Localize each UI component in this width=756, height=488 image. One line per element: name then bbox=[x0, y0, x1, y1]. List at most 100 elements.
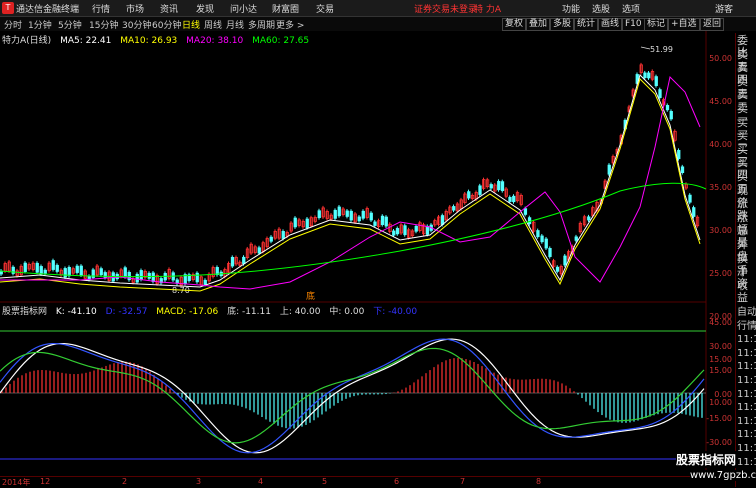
date-label: 6 bbox=[394, 477, 400, 486]
price-tick: 45.00 bbox=[709, 97, 732, 106]
candle bbox=[281, 231, 285, 239]
candle bbox=[536, 230, 540, 238]
tick-time: 11:1 bbox=[737, 429, 756, 441]
candle bbox=[230, 256, 235, 267]
date-label: 2 bbox=[122, 477, 128, 486]
menu-wenxiaoda[interactable]: 问小达 bbox=[230, 2, 257, 15]
menu-youke[interactable]: 游客 bbox=[715, 2, 733, 15]
login-warning[interactable]: 证券交易未登录 bbox=[414, 2, 477, 15]
tool-fuquan[interactable]: 复权 bbox=[502, 18, 527, 31]
candle bbox=[574, 236, 578, 241]
tab-60min[interactable]: 60分钟 bbox=[152, 18, 181, 31]
quote-field-label: 收益 bbox=[737, 278, 748, 304]
tab-more[interactable]: 更多 > bbox=[276, 18, 304, 31]
tool-zixuan[interactable]: +自选 bbox=[668, 18, 700, 31]
tool-duogu[interactable]: 多股 bbox=[550, 18, 575, 31]
candle bbox=[658, 89, 662, 99]
legend-xia: 下: -40.00 bbox=[373, 307, 418, 317]
candle bbox=[607, 164, 611, 175]
date-label: 5 bbox=[322, 477, 328, 486]
tick-time: 11:1 bbox=[737, 443, 756, 454]
menu-caifuquan[interactable]: 财富圈 bbox=[272, 2, 299, 15]
tab-5min[interactable]: 5分钟 bbox=[58, 18, 82, 31]
candle bbox=[39, 266, 43, 275]
tab-daily[interactable]: 日线 bbox=[182, 18, 200, 31]
candle bbox=[489, 184, 493, 189]
ma-line bbox=[0, 75, 701, 290]
candle bbox=[293, 217, 297, 228]
price-tick: 30.00 bbox=[709, 226, 732, 235]
legend-macd: MACD: -17.06 bbox=[156, 307, 219, 317]
app-logo-icon: T bbox=[2, 2, 14, 14]
candle bbox=[345, 210, 349, 217]
candle bbox=[349, 210, 353, 221]
legend-d: D: -32.57 bbox=[105, 307, 148, 317]
tab-30min[interactable]: 30分钟 bbox=[122, 18, 151, 31]
price-tick: 10.00 bbox=[709, 398, 732, 407]
candle bbox=[317, 210, 321, 219]
candle bbox=[467, 191, 471, 199]
tab-fenshi[interactable]: 分时 bbox=[4, 18, 22, 31]
tab-multi[interactable]: 多周期 bbox=[248, 18, 275, 31]
candle bbox=[135, 273, 139, 283]
menu-jiaoyi[interactable]: 交易 bbox=[316, 2, 334, 15]
tab-monthly[interactable]: 月线 bbox=[226, 18, 244, 31]
candle bbox=[51, 260, 55, 270]
menu-shichang[interactable]: 市场 bbox=[126, 2, 144, 15]
quote-panel: 委比 卖五 卖四 卖三 卖二 卖一 买一 买二 买三 买四 买五 现价 涨跌 涨幅 总量 外盘 换手 净资 收益 自动… bbox=[735, 33, 756, 487]
candle bbox=[677, 149, 681, 160]
tick-time: 11:1 bbox=[737, 375, 756, 386]
tool-biaoji[interactable]: 标记 bbox=[644, 18, 669, 31]
tool-diejia[interactable]: 叠加 bbox=[526, 18, 551, 31]
candle bbox=[555, 266, 560, 272]
candle bbox=[425, 225, 430, 235]
candle bbox=[242, 256, 246, 265]
candle bbox=[392, 230, 396, 236]
candle bbox=[63, 268, 67, 278]
candle bbox=[669, 111, 673, 120]
date-label: 3 bbox=[196, 477, 202, 486]
candle bbox=[55, 264, 59, 272]
menu-zixun[interactable]: 资讯 bbox=[160, 2, 178, 15]
price-tick: 50.00 bbox=[709, 54, 732, 63]
date-label: 7 bbox=[460, 477, 466, 486]
menu-xuanxiang[interactable]: 选项 bbox=[622, 2, 640, 15]
candle bbox=[647, 72, 651, 79]
candle bbox=[203, 279, 207, 285]
indicator-tick: 0.00 bbox=[714, 390, 732, 399]
tool-huaxian[interactable]: 画线 bbox=[598, 18, 623, 31]
menu-xuangu[interactable]: 选股 bbox=[592, 2, 610, 15]
menu-faxian[interactable]: 发现 bbox=[196, 2, 214, 15]
tick-time: 11:1 bbox=[737, 402, 756, 414]
price-tick: 40.00 bbox=[709, 140, 732, 149]
candle bbox=[563, 255, 567, 266]
tab-weekly[interactable]: 周线 bbox=[204, 18, 222, 31]
candle bbox=[500, 181, 505, 191]
candle bbox=[414, 226, 418, 232]
tab-1min[interactable]: 1分钟 bbox=[28, 18, 52, 31]
menu-gongneng[interactable]: 功能 bbox=[562, 2, 580, 15]
date-label: 12 bbox=[40, 477, 51, 486]
tab-15min[interactable]: 15分钟 bbox=[89, 18, 118, 31]
date-label: 2014年 bbox=[2, 478, 31, 487]
tick-time: 11:1 bbox=[737, 456, 756, 468]
candle bbox=[333, 209, 337, 219]
candle bbox=[195, 272, 199, 283]
candle bbox=[527, 217, 532, 225]
candle bbox=[79, 265, 83, 276]
stock-title: 特 力A bbox=[474, 5, 502, 15]
candle bbox=[688, 194, 692, 203]
high-pointer bbox=[640, 46, 651, 50]
legend-k: K: -41.10 bbox=[55, 307, 97, 317]
candle bbox=[692, 207, 696, 217]
tool-tongji[interactable]: 统计 bbox=[574, 18, 599, 31]
chart-canvas[interactable]: 51.998.70底 bbox=[0, 31, 735, 476]
tool-fanhui[interactable]: 返回 bbox=[700, 18, 725, 31]
watermark-url: www.7gpzb.com bbox=[690, 470, 756, 481]
candle bbox=[269, 236, 273, 242]
tool-f10[interactable]: F10 bbox=[622, 18, 645, 31]
legend-shang: 上: 40.00 bbox=[279, 307, 321, 317]
menu-hangqing[interactable]: 行情 bbox=[92, 2, 110, 15]
candle bbox=[395, 228, 400, 235]
candle bbox=[512, 195, 516, 203]
